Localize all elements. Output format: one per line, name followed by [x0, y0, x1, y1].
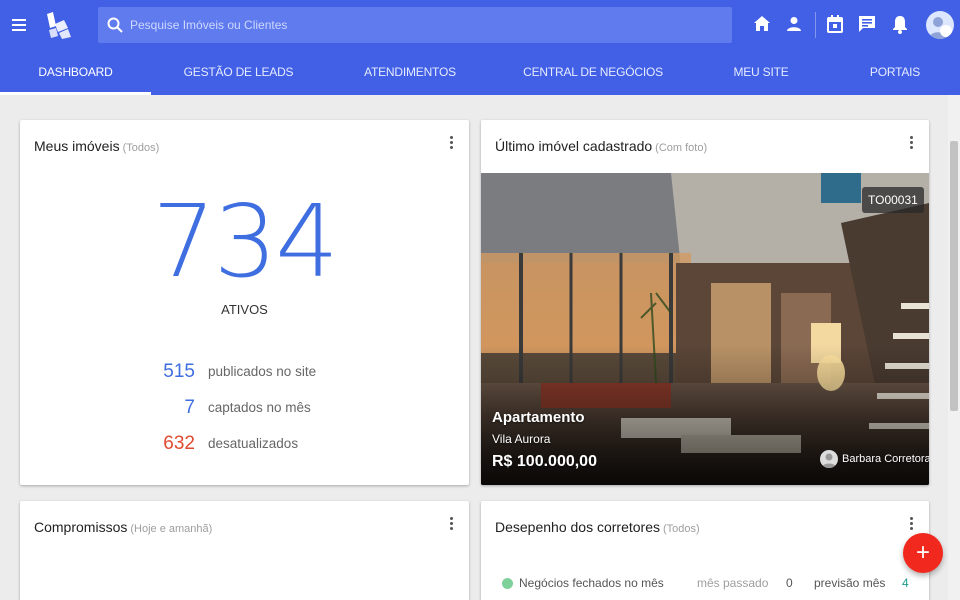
forecast-label: previsão mês — [814, 576, 886, 590]
tab-gestao-de-leads[interactable]: GESTÃO DE LEADS — [151, 50, 326, 95]
search-icon — [106, 16, 124, 34]
main-tabs: DASHBOARD GESTÃO DE LEADS ATENDIMENTOS C… — [0, 50, 960, 95]
card-subtitle: (Hoje e amanhã) — [130, 523, 213, 535]
search-bar — [98, 7, 732, 43]
stat-value: 515 — [163, 361, 195, 382]
property-code-badge: TO00031 — [862, 187, 924, 213]
more-vert-icon[interactable] — [447, 517, 455, 533]
scrollbar-thumb[interactable] — [950, 141, 958, 411]
agent-avatar — [820, 450, 838, 468]
active-tab-indicator — [0, 92, 151, 95]
card-title-text: Desepenho dos corretores — [495, 519, 660, 535]
header-divider — [815, 12, 816, 38]
forecast-value: 4 — [902, 576, 909, 590]
more-vert-icon[interactable] — [907, 136, 915, 152]
tab-meu-site[interactable]: MEU SITE — [692, 50, 830, 95]
prev-month-value: 0 — [786, 576, 793, 590]
property-type: Apartamento — [492, 409, 585, 426]
calendar-icon[interactable] — [824, 13, 846, 35]
card-subtitle: (Todos) — [663, 523, 700, 535]
card-subtitle: (Todos) — [122, 142, 160, 154]
chat-icon[interactable] — [856, 13, 878, 35]
menu-icon[interactable] — [10, 15, 30, 35]
property-photo[interactable]: TO00031 Apartamento Vila Aurora R$ 100.0… — [481, 173, 929, 485]
card-title: Compromissos (Hoje e amanhã) — [34, 519, 212, 535]
tab-central-de-negocios[interactable]: CENTRAL DE NEGÓCIOS — [494, 50, 692, 95]
tab-portais[interactable]: PORTAIS — [830, 50, 960, 95]
page-scrollbar[interactable] — [948, 95, 960, 600]
add-fab-button[interactable]: + — [903, 533, 943, 573]
card-subtitle: (Com foto) — [655, 142, 708, 154]
card-meus-imoveis: Meus imóveis (Todos) 734 ATIVOS 515 publi… — [20, 120, 469, 485]
stat-publicados[interactable]: 515 publicados no site — [20, 361, 469, 383]
stat-label: publicados no site — [208, 364, 317, 379]
tab-atendimentos[interactable]: ATENDIMENTOS — [326, 50, 494, 95]
stat-captados[interactable]: 7 captados no mês — [20, 397, 469, 419]
card-desempenho-corretores: Desepenho dos corretores (Todos) Negócios… — [481, 501, 929, 600]
agent-name: Barbara Corretora — [842, 453, 929, 465]
home-icon[interactable] — [751, 13, 773, 35]
card-title: Desepenho dos corretores (Todos) — [495, 519, 700, 535]
card-ultimo-imovel: Último imóvel cadastrado (Com foto) TO00… — [481, 120, 929, 485]
more-vert-icon[interactable] — [907, 517, 915, 533]
prev-month-label: mês passado — [697, 576, 769, 590]
person-icon[interactable] — [783, 13, 805, 35]
perf-row-negocios-fechados[interactable]: Negócios fechados no mês mês passado 0 p… — [481, 574, 929, 594]
card-title-text: Último imóvel cadastrado — [495, 138, 653, 154]
card-compromissos: Compromissos (Hoje e amanhã) — [20, 501, 469, 600]
stat-value: 632 — [163, 433, 195, 454]
property-agent[interactable]: Barbara Corretora — [820, 450, 929, 472]
perf-label: Negócios fechados no mês — [519, 576, 664, 590]
card-title: Meus imóveis (Todos) — [34, 138, 159, 154]
active-label: ATIVOS — [221, 302, 268, 317]
bell-icon[interactable] — [889, 13, 911, 35]
top-app-bar: DASHBOARD GESTÃO DE LEADS ATENDIMENTOS C… — [0, 0, 960, 95]
card-title: Último imóvel cadastrado (Com foto) — [495, 138, 707, 154]
active-count[interactable]: 734 — [20, 192, 469, 292]
stat-value: 7 — [184, 397, 195, 418]
search-input[interactable] — [130, 7, 720, 43]
app-logo[interactable] — [44, 10, 74, 40]
card-title-text: Compromissos — [34, 519, 128, 535]
stat-desatualizados[interactable]: 632 desatualizados — [20, 433, 469, 455]
stat-label: captados no mês — [208, 400, 311, 415]
property-neighborhood: Vila Aurora — [492, 432, 551, 446]
card-title-text: Meus imóveis — [34, 138, 120, 154]
stat-label: desatualizados — [208, 436, 299, 451]
tab-dashboard[interactable]: DASHBOARD — [0, 50, 151, 95]
property-price: R$ 100.000,00 — [492, 453, 597, 470]
avatar[interactable] — [926, 11, 954, 39]
legend-dot — [502, 578, 513, 589]
more-vert-icon[interactable] — [447, 136, 455, 152]
